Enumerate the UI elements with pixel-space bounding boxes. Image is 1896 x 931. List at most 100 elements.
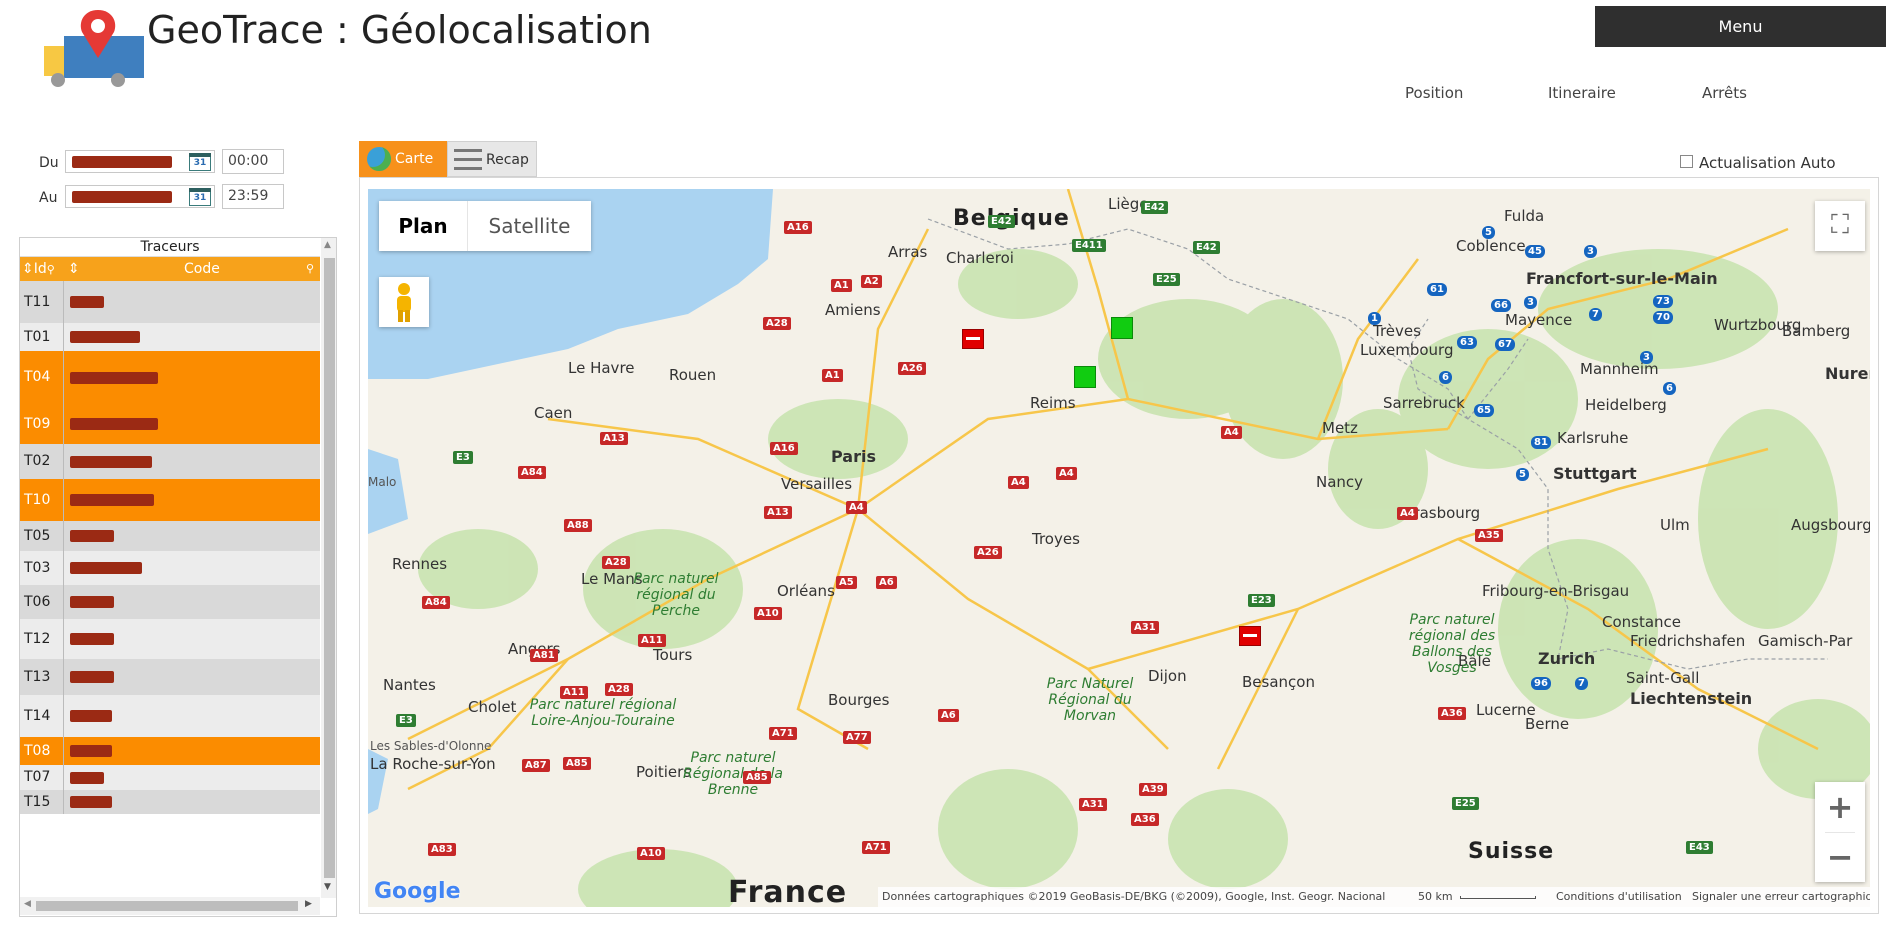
city-label: Berne — [1525, 715, 1570, 733]
city-label: Cholet — [468, 698, 517, 716]
map-type-plan[interactable]: Plan — [379, 201, 468, 251]
tracker-table-title: Traceurs — [20, 238, 320, 257]
redacted-code — [70, 671, 114, 683]
city-label: Rouen — [669, 366, 717, 384]
column-divider — [63, 790, 64, 814]
city-label: Versailles — [781, 475, 853, 493]
tracker-row[interactable]: T04 — [20, 351, 320, 404]
from-time-input[interactable]: 00:00 — [222, 149, 284, 174]
map-report-link[interactable]: Signaler une erreur cartographique — [1692, 887, 1870, 907]
scroll-up-icon[interactable]: ▲ — [324, 240, 331, 250]
column-code-header[interactable]: ⇕ Code ⚲ — [64, 257, 320, 281]
scroll-right-icon[interactable]: ▶ — [305, 899, 312, 909]
tab-carte-label: Carte — [395, 151, 434, 167]
city-label: Fulda — [1504, 207, 1545, 225]
calendar-icon[interactable]: 31 — [189, 188, 211, 206]
sort-icon[interactable]: ⇕ — [64, 261, 80, 277]
tab-recap[interactable]: Recap — [447, 141, 537, 177]
tracker-id: T15 — [24, 793, 51, 810]
city-label: Nuremb — [1825, 364, 1870, 383]
map[interactable]: Belgique France Suisse LiègeFuldaCoblenc… — [368, 189, 1870, 907]
column-id-header[interactable]: ⇕Id⚲ — [20, 257, 65, 281]
from-date-input[interactable]: 31 — [65, 150, 215, 173]
city-label: Caen — [534, 404, 573, 422]
column-divider — [63, 659, 64, 695]
tracker-id: T02 — [24, 453, 51, 469]
tracker-row[interactable]: T14 — [20, 695, 320, 737]
tracker-row[interactable]: T06 — [20, 585, 320, 619]
tracker-row[interactable]: T09 — [20, 404, 320, 444]
scroll-down-icon[interactable]: ▼ — [324, 882, 331, 892]
menu-button[interactable]: Menu — [1595, 6, 1886, 47]
tracker-marker-moving[interactable] — [1074, 366, 1096, 388]
tracker-id: T08 — [24, 742, 51, 759]
column-divider — [63, 351, 64, 404]
zoom-in-button[interactable]: + — [1815, 782, 1865, 832]
tracker-row[interactable]: T11 — [20, 281, 320, 323]
street-view-pegman[interactable] — [379, 277, 429, 327]
tracker-id: T03 — [24, 559, 51, 576]
tracker-id: T11 — [24, 293, 51, 310]
column-divider — [63, 404, 64, 444]
column-divider — [63, 737, 64, 765]
nav-arrets[interactable]: Arrêts — [1702, 84, 1747, 102]
city-label: Tours — [653, 646, 693, 664]
city-label: Rennes — [392, 555, 448, 573]
country-label: France — [728, 875, 848, 907]
column-divider — [63, 695, 64, 737]
city-label: Orléans — [777, 582, 835, 600]
from-label: Du — [39, 155, 59, 171]
tab-recap-label: Recap — [486, 152, 529, 168]
tracker-marker-moving[interactable] — [1111, 317, 1133, 339]
redacted-code — [70, 745, 112, 757]
fullscreen-icon[interactable]: ⛶ — [1815, 201, 1865, 251]
city-label: Augsbourg — [1791, 516, 1870, 534]
tracker-row[interactable]: T10 — [20, 479, 320, 521]
scroll-left-icon[interactable]: ◀ — [24, 899, 31, 909]
zoom-out-button[interactable]: − — [1815, 833, 1865, 882]
to-time-input[interactable]: 23:59 — [222, 184, 284, 209]
tracker-row[interactable]: T08 — [20, 737, 320, 765]
tracker-row[interactable]: T01 — [20, 323, 320, 351]
redacted-date — [72, 191, 172, 203]
tracker-row[interactable]: T05 — [20, 521, 320, 551]
calendar-icon[interactable]: 31 — [189, 153, 211, 171]
column-divider — [63, 551, 64, 585]
tracker-row[interactable]: T03 — [20, 551, 320, 585]
tracker-id: T10 — [24, 491, 51, 508]
nav-position[interactable]: Position — [1405, 84, 1463, 102]
auto-refresh-checkbox[interactable] — [1680, 155, 1693, 168]
tracker-row[interactable]: T02 — [20, 444, 320, 479]
redacted-code — [70, 530, 114, 542]
tracker-row[interactable]: T15 — [20, 790, 320, 814]
city-label: Besançon — [1242, 673, 1315, 691]
tracker-row[interactable]: T13 — [20, 659, 320, 695]
vertical-scroll-thumb[interactable] — [324, 258, 335, 878]
to-date-input[interactable]: 31 — [65, 185, 215, 208]
horizontal-scroll-thumb[interactable] — [36, 901, 298, 911]
map-terms-link[interactable]: Conditions d'utilisation — [1556, 887, 1682, 907]
column-divider — [63, 444, 64, 479]
tab-carte[interactable]: Carte — [359, 141, 447, 177]
tracker-row[interactable]: T12 — [20, 619, 320, 659]
auto-refresh-label: Actualisation Auto — [1699, 154, 1836, 172]
city-label: Dijon — [1148, 667, 1187, 685]
city-label: Charleroi — [946, 249, 1014, 267]
tracker-table: Traceurs ⇕Id⚲ ⇕ Code ⚲ T11 T01 T04 T09 T02 T1… — [19, 237, 337, 917]
list-icon — [454, 149, 482, 171]
city-label: Metz — [1322, 419, 1358, 437]
map-type-satellite[interactable]: Satellite — [468, 201, 591, 251]
nav-itineraire[interactable]: Itineraire — [1548, 84, 1616, 102]
sort-icon[interactable]: ⇕ — [22, 261, 34, 277]
map-type-control: Plan Satellite — [379, 201, 591, 251]
city-label: Heidelberg — [1585, 396, 1667, 414]
tracker-row[interactable]: T07 — [20, 765, 320, 790]
zoom-control: + − — [1815, 782, 1865, 882]
column-divider — [63, 323, 64, 351]
redacted-code — [70, 710, 112, 722]
tracker-marker-stopped[interactable] — [962, 329, 984, 349]
search-icon[interactable]: ⚲ — [306, 257, 314, 281]
tracker-marker-stopped[interactable] — [1239, 626, 1261, 646]
search-icon[interactable]: ⚲ — [47, 263, 55, 276]
map-scale-bar — [1460, 896, 1536, 899]
